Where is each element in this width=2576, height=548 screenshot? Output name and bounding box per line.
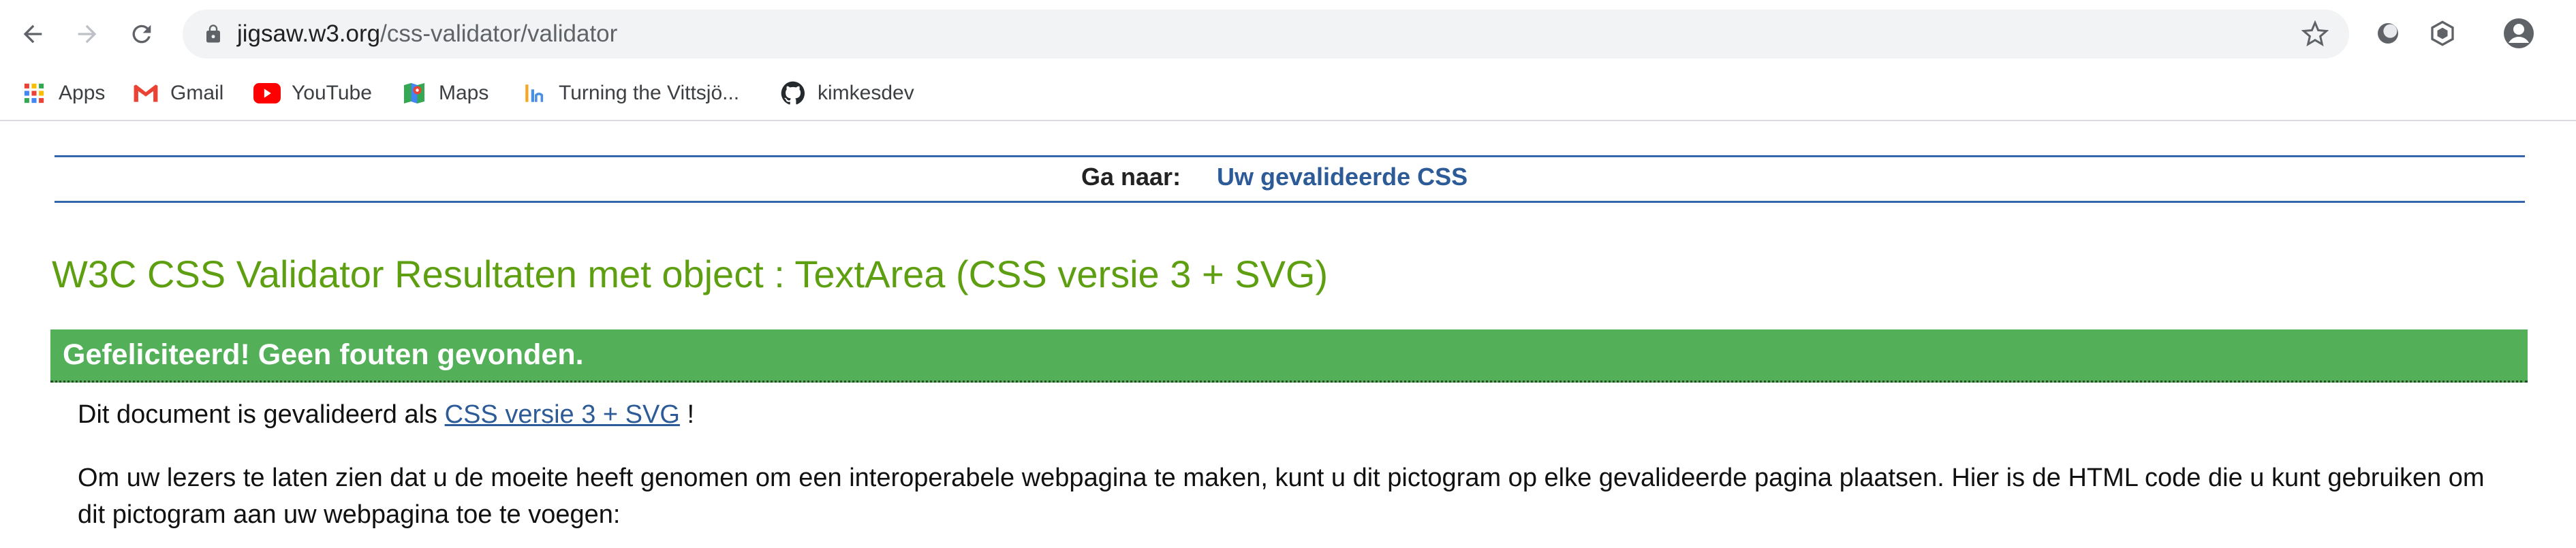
bookmark-label: Apps (59, 82, 106, 104)
back-button[interactable] (14, 15, 52, 53)
apps-grid-icon (20, 80, 48, 107)
lock-icon (206, 25, 220, 43)
nav-bottom-rule (55, 201, 2525, 203)
validated-prefix: Dit document is gevalideerd als (78, 400, 438, 429)
bookmark-label: kimkesdev (818, 82, 914, 104)
nav-link-validated-css[interactable]: Uw gevalideerde CSS (1217, 163, 1468, 191)
bookmark-label: Gmail (170, 82, 224, 104)
reload-button[interactable] (123, 15, 161, 53)
reload-icon (132, 25, 151, 44)
success-message: Gefeliciteerd! Geen fouten gevonden. (63, 338, 584, 371)
browser-toolbar: jigsaw.w3.org/css-validator/validator (0, 0, 2576, 67)
youtube-icon (253, 80, 281, 107)
url-path: /css-validator/validator (380, 20, 618, 47)
nav-top-rule (55, 155, 2525, 157)
extension-button[interactable] (2425, 16, 2459, 50)
icon-instructions: Om uw lezers te laten zien dat u de moei… (78, 464, 2485, 529)
extension-button[interactable] (2371, 16, 2405, 50)
bookmark-label: Turning the Vittsjö... (559, 82, 740, 104)
profile-button[interactable] (2502, 16, 2536, 50)
forward-button[interactable] (68, 15, 106, 53)
nav-label: Ga naar: (1081, 163, 1181, 191)
validated-suffix: ! (679, 400, 695, 429)
bookmarks-bar: Apps Gmail YouTube Maps Turning the Vitt… (0, 67, 2576, 121)
github-icon (779, 80, 807, 107)
url-host: jigsaw.w3.org (237, 20, 381, 47)
extension-circle-icon (2378, 23, 2398, 44)
bookmark-label: Maps (439, 82, 489, 104)
arrow-left-icon (23, 25, 42, 44)
bookmark-vittsjo[interactable]: Turning the Vittsjö... (521, 78, 739, 109)
validated-statement: Dit document is gevalideerd als CSS vers… (78, 396, 2503, 433)
extension-hexagon-icon (2431, 20, 2454, 46)
bookmark-youtube[interactable]: YouTube (253, 78, 372, 109)
star-icon[interactable] (2301, 20, 2329, 48)
bookmark-label: YouTube (292, 82, 372, 104)
css-version-link[interactable]: CSS versie 3 + SVG (445, 400, 680, 429)
arrow-right-icon (78, 25, 97, 44)
bookmark-maps[interactable]: Maps (401, 78, 488, 109)
bookmark-apps[interactable]: Apps (20, 78, 105, 109)
page-title: W3C CSS Validator Resultaten met object … (52, 253, 1329, 295)
bookmark-gmail[interactable]: Gmail (132, 78, 223, 109)
url-text: jigsaw.w3.org/css-validator/validator (237, 20, 617, 48)
maps-icon (401, 80, 428, 107)
account-icon (2504, 18, 2534, 48)
success-banner: Gefeliciteerd! Geen fouten gevonden. (50, 329, 2528, 383)
gmail-icon (132, 80, 159, 107)
address-bar[interactable]: jigsaw.w3.org/css-validator/validator (183, 10, 2349, 59)
bookmark-site-icon (521, 80, 548, 107)
bookmark-kimkesdev[interactable]: kimkesdev (779, 78, 914, 109)
